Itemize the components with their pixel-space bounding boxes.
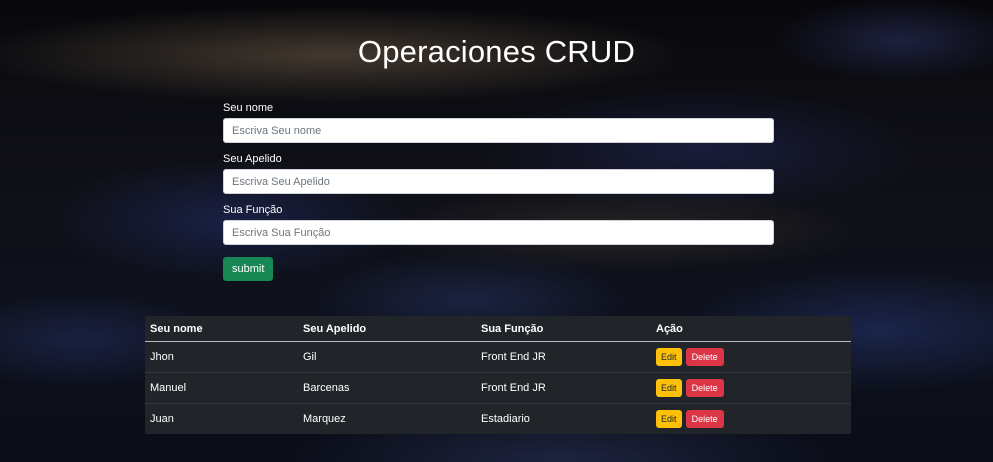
cell-name: Manuel bbox=[145, 372, 298, 404]
name-field-group: Seu nome bbox=[223, 102, 774, 143]
employees-table: Seu nome Seu Apelido Sua Função Ação Jho… bbox=[145, 316, 851, 434]
table-row: Jhon Gil Front End JR Edit Delete bbox=[145, 342, 851, 373]
surname-input[interactable] bbox=[223, 169, 774, 194]
cell-name: Juan bbox=[145, 403, 298, 434]
cell-name: Jhon bbox=[150, 351, 174, 363]
cell-surname: Gil bbox=[303, 351, 317, 363]
table-row: Manuel Barcenas Front End JR Edit Delete bbox=[145, 372, 851, 404]
table-header-row: Seu nome Seu Apelido Sua Função Ação bbox=[145, 316, 851, 342]
role-input[interactable] bbox=[223, 220, 774, 245]
role-field-group: Sua Função bbox=[223, 204, 774, 245]
cell-actions: Edit Delete bbox=[651, 342, 851, 373]
surname-label: Seu Apelido bbox=[223, 153, 282, 165]
cell-role: Estadiario bbox=[476, 403, 651, 434]
cell-surname: Barcenas bbox=[298, 372, 476, 404]
edit-button[interactable]: Edit bbox=[656, 379, 682, 397]
role-label: Sua Função bbox=[223, 204, 283, 216]
delete-button[interactable]: Delete bbox=[685, 348, 724, 366]
header-action: Ação bbox=[651, 316, 851, 342]
cell-actions: Edit Delete bbox=[651, 372, 851, 404]
table-row: Juan Marquez Estadiario Edit Delete bbox=[145, 403, 851, 434]
name-input[interactable] bbox=[223, 118, 774, 143]
header-role: Sua Função bbox=[476, 316, 651, 342]
submit-button[interactable]: submit bbox=[223, 257, 274, 281]
header-name: Seu nome bbox=[145, 316, 298, 342]
surname-field-group: Seu Apelido bbox=[223, 153, 774, 194]
cell-role: Front End JR bbox=[481, 351, 546, 363]
name-label: Seu nome bbox=[223, 102, 274, 114]
cell-surname: Marquez bbox=[298, 403, 476, 434]
edit-button[interactable]: Edit bbox=[656, 348, 682, 366]
page-title: Operaciones CRUD bbox=[357, 34, 636, 69]
delete-button[interactable]: Delete bbox=[685, 410, 724, 428]
crud-form: Seu nome Seu Apelido Sua Função submit bbox=[223, 102, 774, 281]
edit-button[interactable]: Edit bbox=[656, 410, 682, 428]
cell-role: Front End JR bbox=[476, 372, 651, 404]
delete-button[interactable]: Delete bbox=[685, 379, 724, 397]
cell-actions: Edit Delete bbox=[651, 403, 851, 434]
header-surname: Seu Apelido bbox=[298, 316, 476, 342]
